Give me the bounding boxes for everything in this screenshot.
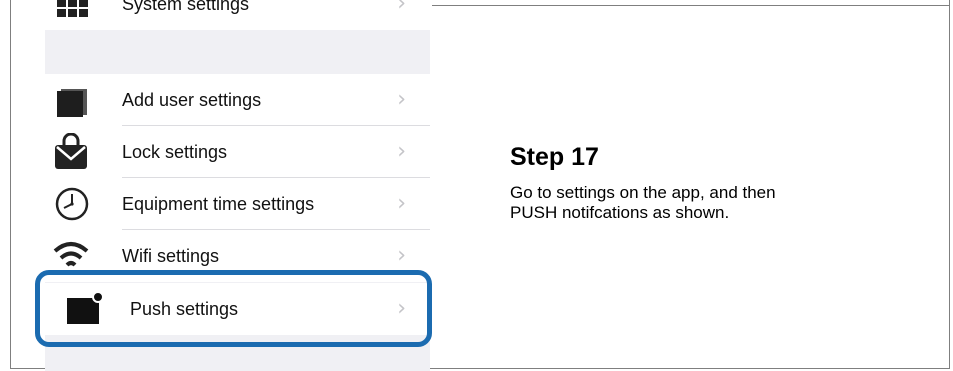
step-description: Go to settings on the app, and then PUSH… (510, 183, 890, 223)
step-description-line: Go to settings on the app, and then (510, 183, 776, 202)
step-description-line: PUSH notifcations as shown. (510, 203, 730, 222)
lock-icon (51, 132, 91, 171)
settings-row-add-user[interactable]: Add user settings › (45, 74, 430, 126)
settings-row-lock[interactable]: Lock settings › (45, 126, 430, 178)
settings-row-label: Add user settings (122, 90, 262, 110)
user-card-icon (51, 81, 91, 119)
settings-row-equipment-time[interactable]: Equipment time settings › (45, 178, 430, 230)
clock-icon (51, 185, 91, 223)
frame-top-line (432, 5, 950, 6)
settings-row-label: System settings (122, 0, 250, 14)
settings-row-label: Lock settings (122, 142, 228, 162)
grid-icon (51, 0, 91, 23)
settings-row-system[interactable]: System settings › (45, 0, 430, 30)
chevron-right-icon: › (397, 139, 406, 164)
chevron-right-icon: › (397, 191, 406, 216)
push-settings-highlight (35, 270, 432, 347)
settings-row-label: Equipment time settings (122, 194, 315, 214)
chevron-right-icon: › (397, 87, 406, 112)
step-title: Step 17 (510, 143, 599, 171)
chevron-right-icon: › (397, 0, 406, 16)
